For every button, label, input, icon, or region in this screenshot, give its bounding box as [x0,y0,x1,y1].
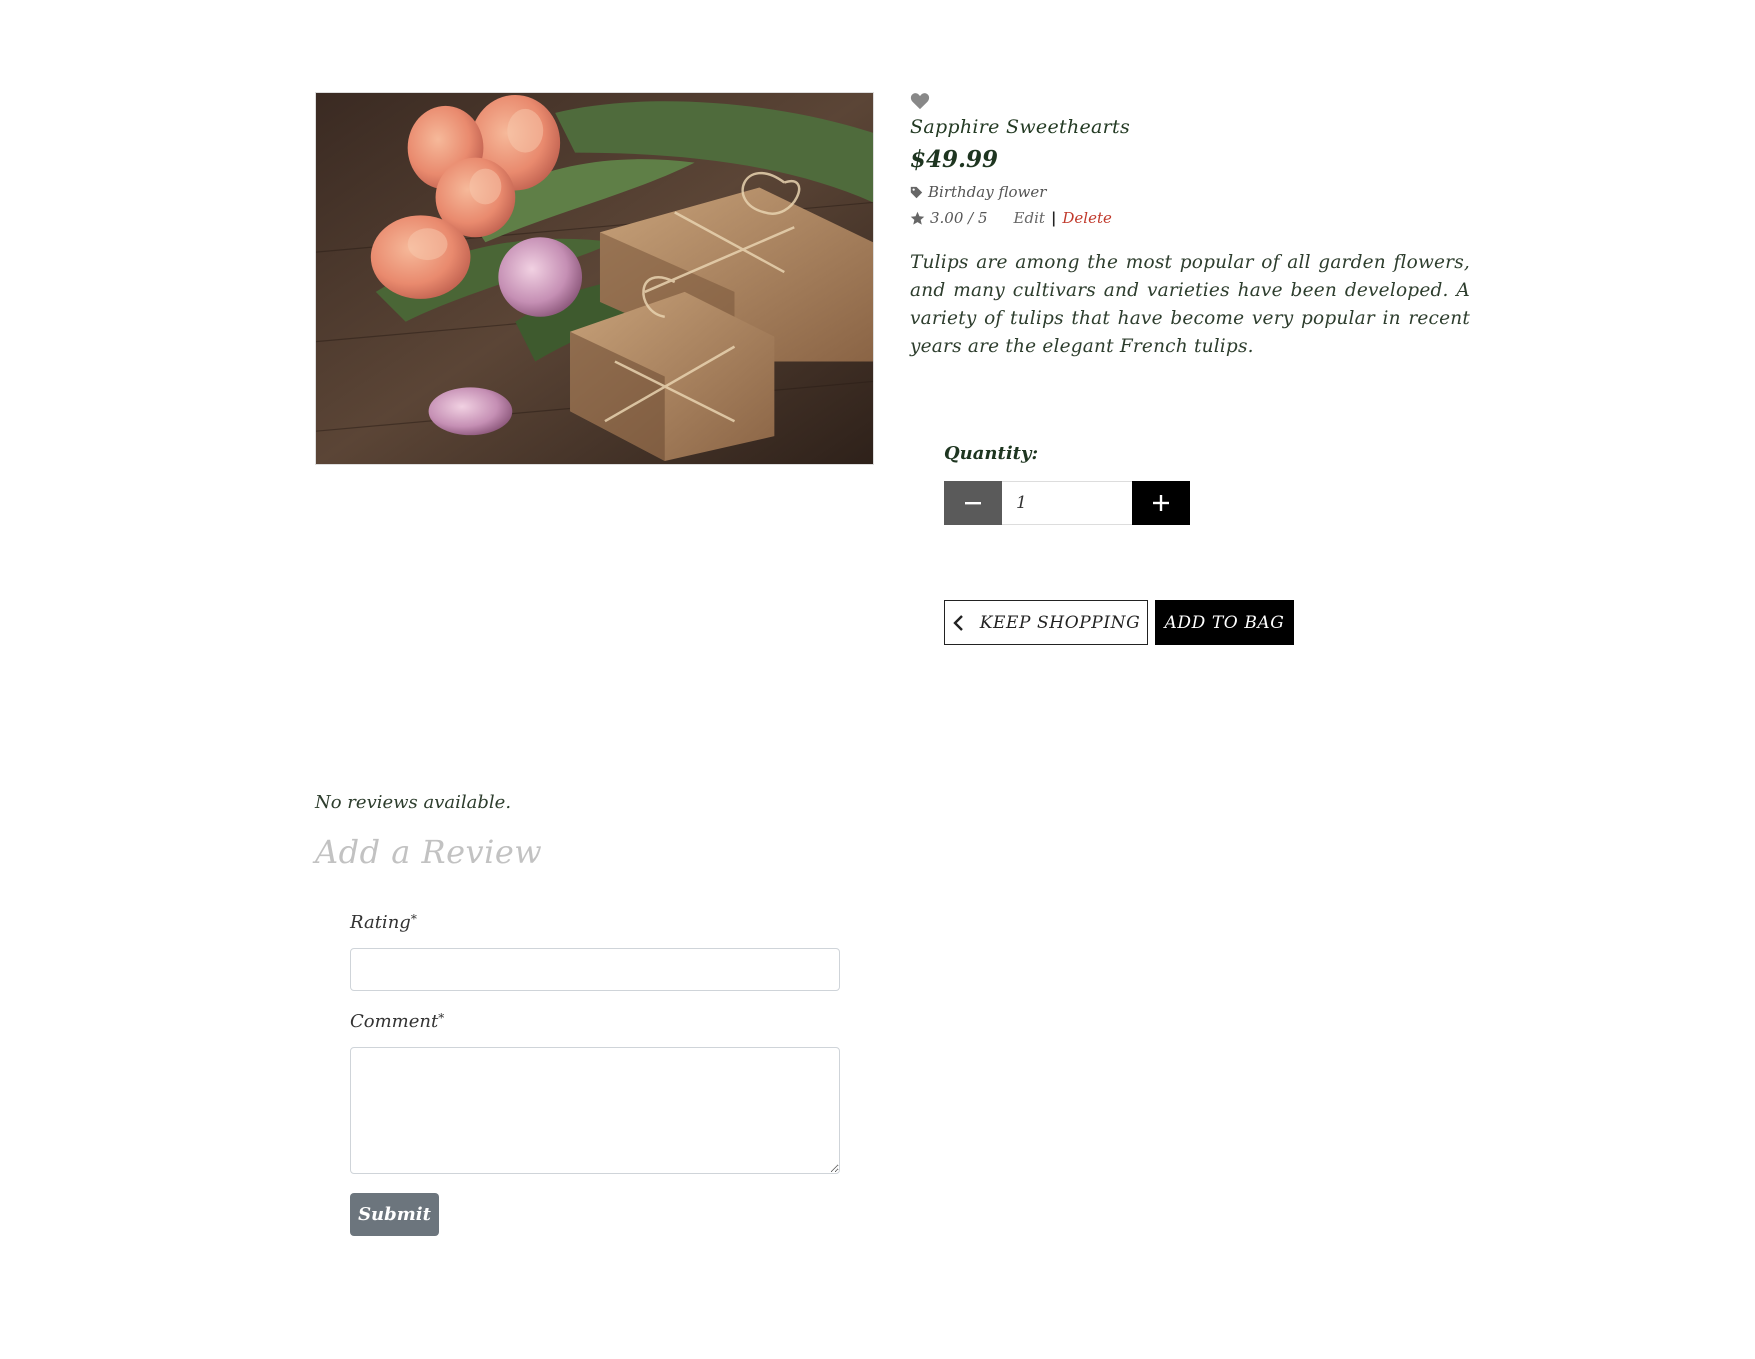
star-icon [910,211,925,225]
rating-input[interactable] [350,948,840,991]
tag-icon [910,186,923,198]
rating-label-text: Rating [350,912,411,933]
link-separator: | [1050,209,1057,227]
submit-button[interactable]: Submit [350,1193,439,1236]
increment-button[interactable] [1132,481,1190,525]
quantity-input[interactable] [1002,481,1132,525]
comment-label: Comment* [350,1011,444,1032]
product-meta: 3.00 / 5 Edit | Delete [910,209,1470,227]
quantity-stepper [944,481,1190,525]
heart-icon[interactable] [910,92,930,110]
product-category[interactable]: Birthday flower [910,183,1470,201]
minus-icon [965,502,981,505]
quantity-label: Quantity: [944,443,1039,464]
no-reviews-text: No reviews available. [315,792,512,813]
plus-icon [1153,495,1169,511]
product-rating: 3.00 / 5 [930,209,988,227]
required-mark: * [438,1011,445,1025]
category-label: Birthday flower [928,183,1047,201]
decrement-button[interactable] [944,481,1002,525]
product-name: Sapphire Sweethearts [910,116,1131,138]
add-review-heading: Add a Review [315,833,543,871]
product-detail-page: Sapphire Sweethearts $49.99 Birthday flo… [0,0,1755,1359]
comment-textarea[interactable] [350,1047,840,1174]
product-details: Sapphire Sweethearts $49.99 Birthday flo… [910,92,1470,361]
rating-label: Rating* [350,912,417,933]
delete-link[interactable]: Delete [1062,209,1111,227]
keep-shopping-button[interactable]: KEEP SHOPPING [944,600,1148,645]
add-to-bag-button[interactable]: ADD TO BAG [1155,600,1294,645]
product-image [315,92,874,465]
product-price: $49.99 [910,146,999,173]
keep-shopping-label: KEEP SHOPPING [979,612,1141,633]
edit-link[interactable]: Edit [1014,209,1045,227]
chevron-left-icon [952,614,963,631]
comment-label-text: Comment [350,1011,439,1032]
required-mark: * [410,912,417,926]
product-description: Tulips are among the most popular of all… [910,252,1470,357]
